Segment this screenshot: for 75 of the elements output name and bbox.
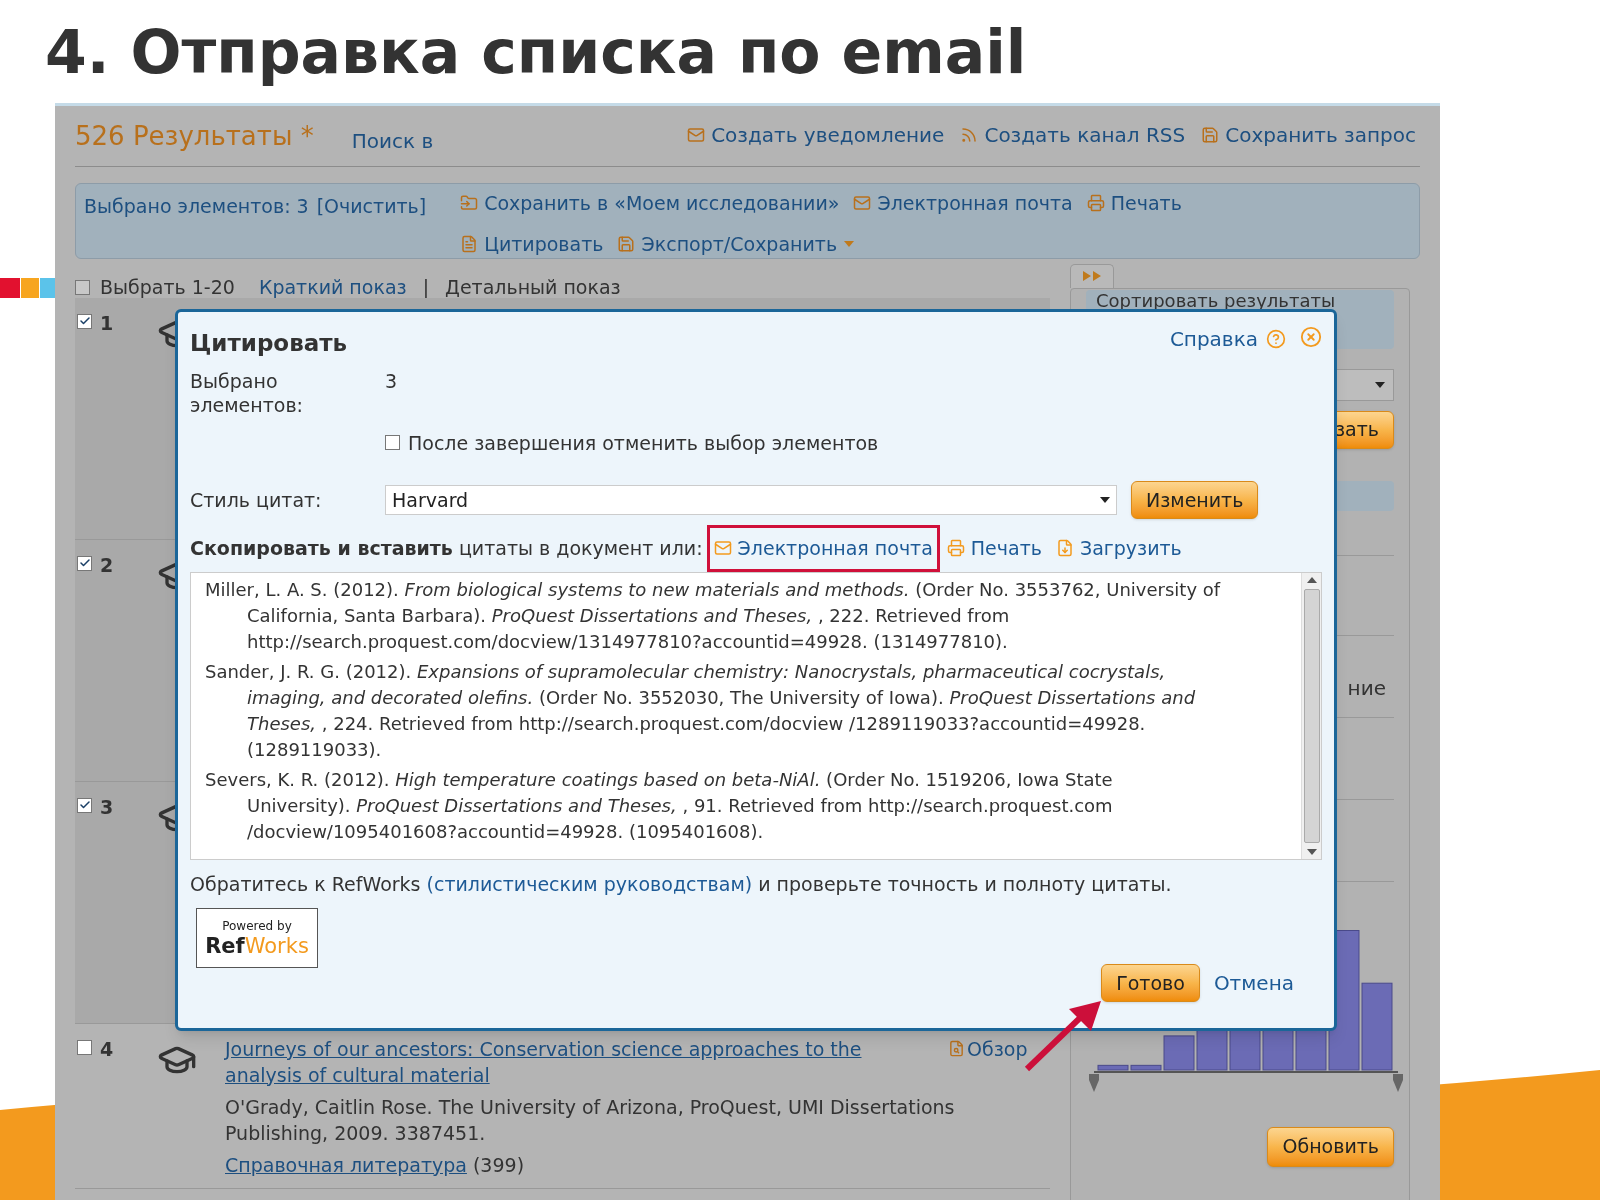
checkbox[interactable] [77,1039,92,1055]
download-icon [1055,539,1074,558]
cancel-link[interactable]: Отмена [1213,968,1294,998]
email-link[interactable]: Электронная почта [706,525,940,572]
citation-entry: Miller, L. A. S. (2012). From biological systems to new materials and methods. (Order No. 3553762, University of California, Santa Barbara). ProQuest Dissertations and Theses, , 222. Retrieved from http://search.proquest.com/docview/1314977810?accountid=49928. (1314977810). [205,577,1221,654]
create-rss-link[interactable]: Создать канал RSS [956,114,1190,156]
result-number: 4 [100,1039,114,1059]
rss-icon [960,126,979,144]
help-icon [1266,329,1286,349]
references-link[interactable]: Справочная литература [225,1151,467,1178]
facet-label: ние [1347,674,1387,702]
preview-icon [948,1040,965,1057]
checkbox[interactable] [77,797,92,813]
results-count: 526 Результаты * [75,120,314,153]
preview-link[interactable]: Обзор [948,1035,1028,1062]
citation-entry: Sander, J. R. G. (2012). Expansions of supramolecular chemistry: Nanocrystals, pharmaceutical cocrystals, imaging, and decorated olefins. (Order No. 3552030, The University of Iowa). ProQuest Dissertations and Theses, , 224. Retrieved from http://search.proquest.com/docview /1289119033?accountid=49928. (1289119033). [205,659,1197,762]
document-icon [460,234,479,253]
sort-heading: Сортировать результаты [1096,289,1336,311]
refworks-logo: Powered by RefWorks [196,908,318,968]
email-link[interactable]: Электронная почта [849,183,1077,224]
style-label: Стиль цитат: [190,487,323,513]
result-number: 3 [100,797,114,817]
search-in-link[interactable]: Поиск в [351,126,434,156]
export-link[interactable]: Экспорт/Сохранить [613,223,860,264]
result-title-link[interactable]: Journeys of our ancestors: Conservation science approaches to the analysis of cultural material [225,1035,940,1088]
view-mode-link[interactable]: Краткий показ [258,273,407,302]
print-link[interactable]: Печать [1082,183,1186,224]
clear-link[interactable]: [Очистить] [316,192,427,221]
caret-icon [1375,381,1385,388]
selected-value: 3 [385,368,398,394]
scrollbar-thumb[interactable] [1303,588,1320,843]
download-link[interactable]: Загрузить [1048,525,1189,572]
copy-hint: Скопировать и вставить цитаты в документ или: [190,536,703,561]
dialog-title: Цитировать [190,329,348,358]
folder-icon [460,194,479,213]
deselect-label: После завершения отменить выбор элементов [408,430,879,456]
checkbox[interactable] [77,555,92,571]
refworks-note: Обратитесь к RefWorks (стилистическим руководствам) и проверьте точность и полноту цитаты. [190,871,1173,897]
expand-icon [1082,271,1102,281]
selected-count: Выбрано элементов: 3 [84,194,309,219]
citation-entry: Severs, K. R. (2012). High temperature coatings based on beta-NiAl. (Order No. 1519206, Iowa State University). ProQuest Dissertations and Theses, , 91. Retrieved from http://search.proquest.com /docview/1095401608?accountid=49928. (1095401608). [205,767,1114,844]
result-number: 1 [100,313,114,333]
select-all-label: Выбрать 1-20 [100,275,235,300]
caret-icon [1100,497,1110,503]
printer-icon [946,539,965,558]
slide-accent-drawing [0,278,56,298]
checkbox[interactable] [385,435,400,451]
scroll-down-icon[interactable] [1306,848,1317,855]
envelope-icon [853,194,872,213]
style-guides-link[interactable]: (стилистическим руководствам) [426,872,753,895]
citation-style-select[interactable]: Harvard [385,485,1117,515]
change-button[interactable]: Изменить [1131,481,1259,519]
range-handle-icon[interactable] [1089,1073,1099,1092]
cite-link[interactable]: Цитировать [456,223,608,264]
done-button[interactable]: Готово [1101,964,1200,1002]
save-to-research-link[interactable]: Сохранить в «Моем исследовании» [456,183,844,224]
separator: | [422,275,430,300]
envelope-icon [713,539,732,558]
create-alert-link[interactable]: Создать уведомление [683,114,949,156]
checkbox[interactable] [77,313,92,329]
envelope-icon [687,126,706,144]
references-count: (399) [472,1152,525,1178]
slide-title: 4. Отправка списка по email [44,16,1028,89]
result-details: O'Grady, Caitlin Rose. The University of Arizona, ProQuest, UMI Dissertations Publishing, 2009. 3387451. [225,1094,956,1146]
update-button[interactable]: Обновить [1267,1126,1394,1167]
printer-icon [1086,194,1105,213]
view-mode-link[interactable]: Детальный показ [445,273,621,302]
range-handle-icon[interactable] [1393,1073,1403,1092]
selected-label: Выбрано элементов: [190,368,304,417]
checkbox[interactable] [75,279,90,295]
save-search-link[interactable]: Сохранить запрос [1197,114,1420,156]
help-link[interactable]: Справка [1169,324,1286,354]
result-number: 2 [100,555,114,575]
scroll-up-icon[interactable] [1306,576,1317,583]
print-link[interactable]: Печать [939,525,1049,572]
